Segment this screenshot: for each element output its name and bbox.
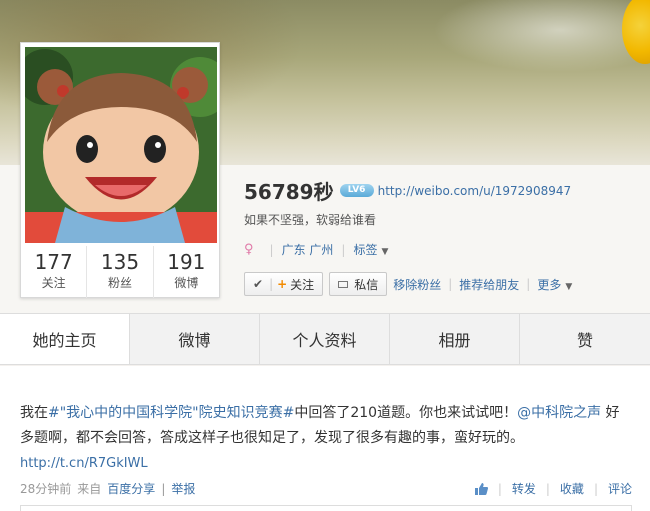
feed-post: 我在#"我心中的中国科学院"院史知识竞赛#中回答了210道题。你也来试试吧！@中… [0,366,650,511]
post-footer: 28分钟前 来自 百度分享 | 举报 | 转发 | 收藏 | 评论 [20,480,632,497]
thumbs-up-icon[interactable] [474,482,488,495]
divider: | [593,481,598,496]
divider: | [545,481,550,496]
divider: | [341,242,346,257]
post-text: 我在#"我心中的中国科学院"院史知识竞赛#中回答了210道题。你也来试试吧！@中… [20,401,632,451]
cover-flower-decoration [622,0,650,64]
avatar-card: 177 关注 135 粉丝 191 微博 [20,42,220,298]
more-dropdown[interactable]: 更多 ▼ [537,276,572,293]
profile-name-row: 56789秒 LV6 http://weibo.com/u/1972908947 [244,176,571,205]
stat-followers[interactable]: 135 粉丝 [87,246,154,298]
profile-tabs: 她的主页 微博 个人资料 相册 赞 [0,313,650,365]
stats-bar: 177 关注 135 粉丝 191 微博 [21,246,219,298]
hashtag-link[interactable]: #"我心中的中国科学院"院史知识竞赛# [48,405,294,421]
post-time[interactable]: 28分钟前 [20,482,71,496]
profile-bio: 如果不坚强，软弱给谁看 [244,213,377,227]
divider: | [448,277,453,291]
avatar[interactable] [25,47,217,243]
divider: | [269,242,274,257]
post-text-part2: 中回答了210道题。你也来试试吧！ [294,405,518,421]
profile-name: 56789秒 [244,180,334,204]
stat-following-count: 177 [34,250,73,274]
source-link[interactable]: 百度分享 [107,482,155,496]
divider: | [526,277,531,291]
tab-profile[interactable]: 个人资料 [260,314,390,364]
message-button[interactable]: 私信 [329,272,388,296]
chevron-down-icon: ▼ [381,247,389,257]
mail-icon [338,280,349,288]
stat-weibo[interactable]: 191 微博 [154,246,219,298]
profile-url-link[interactable]: http://weibo.com/u/1972908947 [378,184,572,198]
divider: | [161,482,166,496]
profile-meta-row: ♀ | 广东 广州 | 标签 ▼ [244,241,388,258]
tags-dropdown[interactable]: 标签 ▼ [353,241,388,258]
profile-actions: ✔ | + 关注 私信 移除粉丝 | 推荐给朋友 | 更多 ▼ [244,272,572,296]
stat-followers-count: 135 [100,250,140,274]
tags-label: 标签 [353,243,378,257]
message-label: 私信 [354,277,379,292]
favorite-link[interactable]: 收藏 [560,480,584,497]
stat-following[interactable]: 177 关注 [21,246,88,298]
comment-link[interactable]: 评论 [608,480,632,497]
tab-home[interactable]: 她的主页 [0,314,130,364]
tab-weibo[interactable]: 微博 [130,314,260,364]
post-text-part1: 我在 [20,405,48,421]
check-icon: ✔ [253,277,264,291]
location-link[interactable]: 广东 广州 [282,241,334,258]
level-badge-icon[interactable]: LV6 [339,184,374,197]
stat-weibo-count: 191 [167,250,206,274]
short-url-link[interactable]: http://t.cn/R7GkIWL [20,456,148,471]
stat-following-label: 关注 [41,276,66,290]
post-meta: 28分钟前 来自 百度分享 | 举报 [20,480,195,497]
repost-link[interactable]: 转发 [512,480,536,497]
chevron-down-icon: ▼ [565,281,573,292]
female-icon: ♀ [244,242,254,257]
plus-icon: + [277,277,288,291]
divider: | [269,277,274,291]
stat-weibo-label: 微博 [174,276,199,290]
remove-fan-link[interactable]: 移除粉丝 [393,276,441,293]
divider: | [497,481,502,496]
recommend-link[interactable]: 推荐给朋友 [459,276,519,293]
post-operations: | 转发 | 收藏 | 评论 [474,480,632,497]
follow-button[interactable]: ✔ | + 关注 [244,272,324,296]
tab-album[interactable]: 相册 [390,314,520,364]
mention-link[interactable]: @中科院之声 [517,405,601,421]
source-prefix: 来自 [77,482,102,496]
follow-label: 关注 [290,277,315,292]
next-post-edge [20,505,632,511]
stat-followers-label: 粉丝 [107,276,132,290]
tab-likes[interactable]: 赞 [520,314,650,364]
more-label: 更多 [537,277,562,292]
report-link[interactable]: 举报 [171,482,195,496]
